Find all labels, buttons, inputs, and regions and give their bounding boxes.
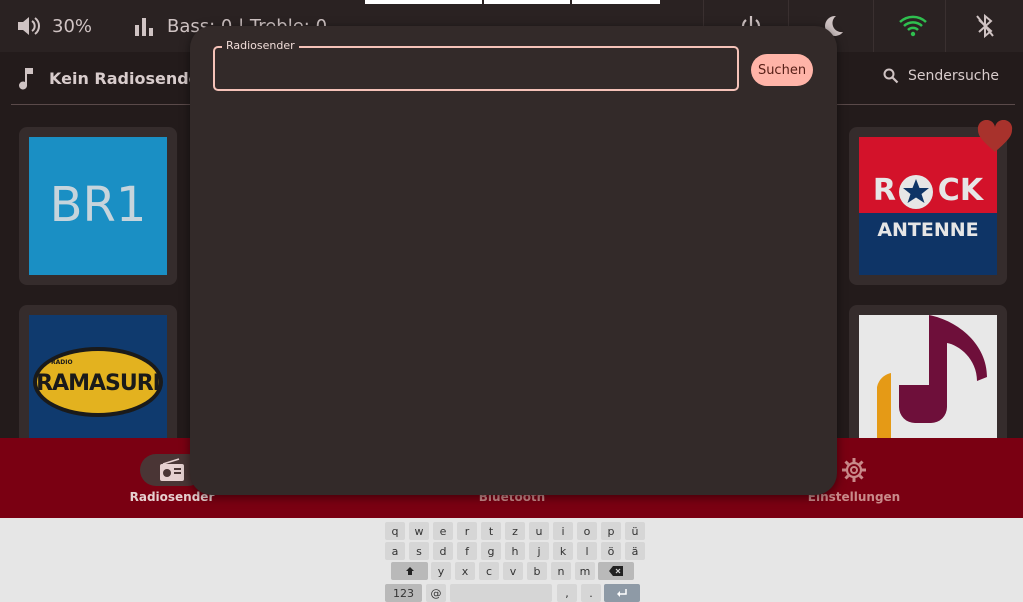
key-u[interactable]: u (529, 522, 549, 540)
separator (873, 0, 874, 52)
favorite-heart-icon[interactable] (976, 119, 1014, 158)
key-numbers[interactable]: 123 (385, 584, 422, 602)
key-q[interactable]: q (385, 522, 405, 540)
station-search-input[interactable] (225, 56, 729, 84)
ramasuri-radio-text: RADIO (51, 359, 73, 366)
key-j[interactable]: j (529, 542, 549, 560)
radio-app: 30% Bass: 0 | Treble: 0 (0, 0, 1023, 518)
station-tile-br1[interactable]: BR1 (19, 127, 177, 285)
station-search-link[interactable]: Sendersuche (883, 68, 999, 84)
station-search-field-label: Radiosender (222, 39, 299, 52)
backspace-icon (609, 566, 623, 576)
key-z[interactable]: z (505, 522, 525, 540)
key-m[interactable]: m (575, 562, 595, 580)
station-logo-br1: BR1 (29, 137, 167, 275)
key-r[interactable]: r (457, 522, 477, 540)
key-o[interactable]: o (577, 522, 597, 540)
wifi-icon (898, 14, 928, 38)
station-search-field[interactable]: Radiosender (213, 39, 739, 91)
gear-icon (842, 458, 866, 482)
search-icon (883, 68, 899, 84)
on-screen-keyboard: qwertzuiopü asdfghjklöä yxcvbnm 123 @ , … (0, 518, 1023, 602)
key-period[interactable]: . (581, 584, 601, 602)
separator (945, 0, 946, 52)
top-indicator (484, 0, 570, 4)
rock-star-circle (899, 175, 933, 209)
ramasuri-logo-text: RAMASURI (36, 371, 161, 396)
antenne-logo-text: ANTENNE (877, 219, 979, 241)
key-n[interactable]: n (551, 562, 571, 580)
key-y[interactable]: y (431, 562, 451, 580)
volume-control[interactable]: 30% (16, 0, 92, 52)
volume-icon (16, 14, 42, 38)
key-k[interactable]: k (553, 542, 573, 560)
key-d[interactable]: d (433, 542, 453, 560)
key-ü[interactable]: ü (625, 522, 645, 540)
key-h[interactable]: h (505, 542, 525, 560)
station-search-label: Sendersuche (908, 68, 999, 84)
enter-icon (617, 589, 627, 597)
key-t[interactable]: t (481, 522, 501, 540)
equalizer-icon (133, 15, 155, 37)
key-w[interactable]: w (409, 522, 429, 540)
key-backspace[interactable] (598, 562, 634, 580)
key-l[interactable]: l (577, 542, 597, 560)
station-logo-ramasuri: RADIO RAMASURI (29, 315, 167, 453)
key-p[interactable]: p (601, 522, 621, 540)
key-enter[interactable] (604, 584, 640, 602)
wifi-button[interactable] (898, 0, 928, 52)
key-f[interactable]: f (457, 542, 477, 560)
music-note-icon (18, 66, 34, 90)
key-ö[interactable]: ö (601, 542, 621, 560)
shift-icon (405, 567, 414, 575)
key-comma[interactable]: , (557, 584, 577, 602)
key-s[interactable]: s (409, 542, 429, 560)
station-logo-music (859, 315, 997, 453)
top-indicator (365, 0, 482, 4)
key-c[interactable]: c (479, 562, 499, 580)
radio-icon (160, 458, 184, 481)
key-g[interactable]: g (481, 542, 501, 560)
key-a[interactable]: a (385, 542, 405, 560)
key-ä[interactable]: ä (625, 542, 645, 560)
key-x[interactable]: x (455, 562, 475, 580)
volume-value: 30% (52, 15, 93, 37)
music-note-logo-icon (877, 315, 987, 453)
key-i[interactable]: i (553, 522, 573, 540)
key-e[interactable]: e (433, 522, 453, 540)
bluetooth-button[interactable] (974, 0, 996, 52)
key-shift[interactable] (391, 562, 428, 580)
key-at[interactable]: @ (426, 584, 446, 602)
top-indicator (572, 0, 660, 4)
bluetooth-icon (974, 13, 996, 39)
br1-logo-text: BR1 (49, 177, 147, 233)
key-space[interactable] (450, 584, 552, 602)
key-b[interactable]: b (527, 562, 547, 580)
star-icon (903, 179, 929, 203)
key-v[interactable]: v (503, 562, 523, 580)
station-search-dialog: Radiosender Suchen (190, 26, 837, 495)
search-button[interactable]: Suchen (751, 54, 813, 86)
